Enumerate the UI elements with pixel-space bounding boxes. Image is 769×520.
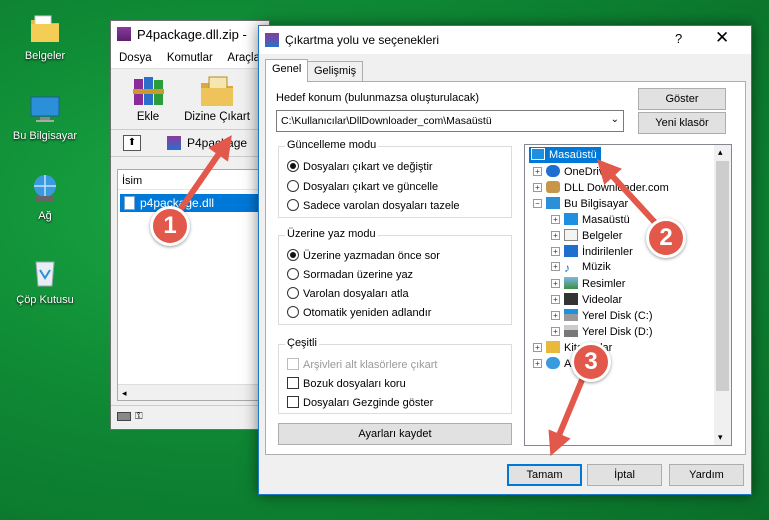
step-badge-1: 1 [150, 206, 190, 246]
step-badge-3: 3 [571, 342, 611, 382]
arrow-2 [596, 159, 663, 231]
tab-general[interactable]: Genel [265, 59, 309, 82]
arrow-3 [548, 373, 587, 457]
step-badge-2: 2 [646, 218, 686, 258]
arrow-1 [177, 135, 232, 212]
annotation-arrows [177, 135, 663, 457]
